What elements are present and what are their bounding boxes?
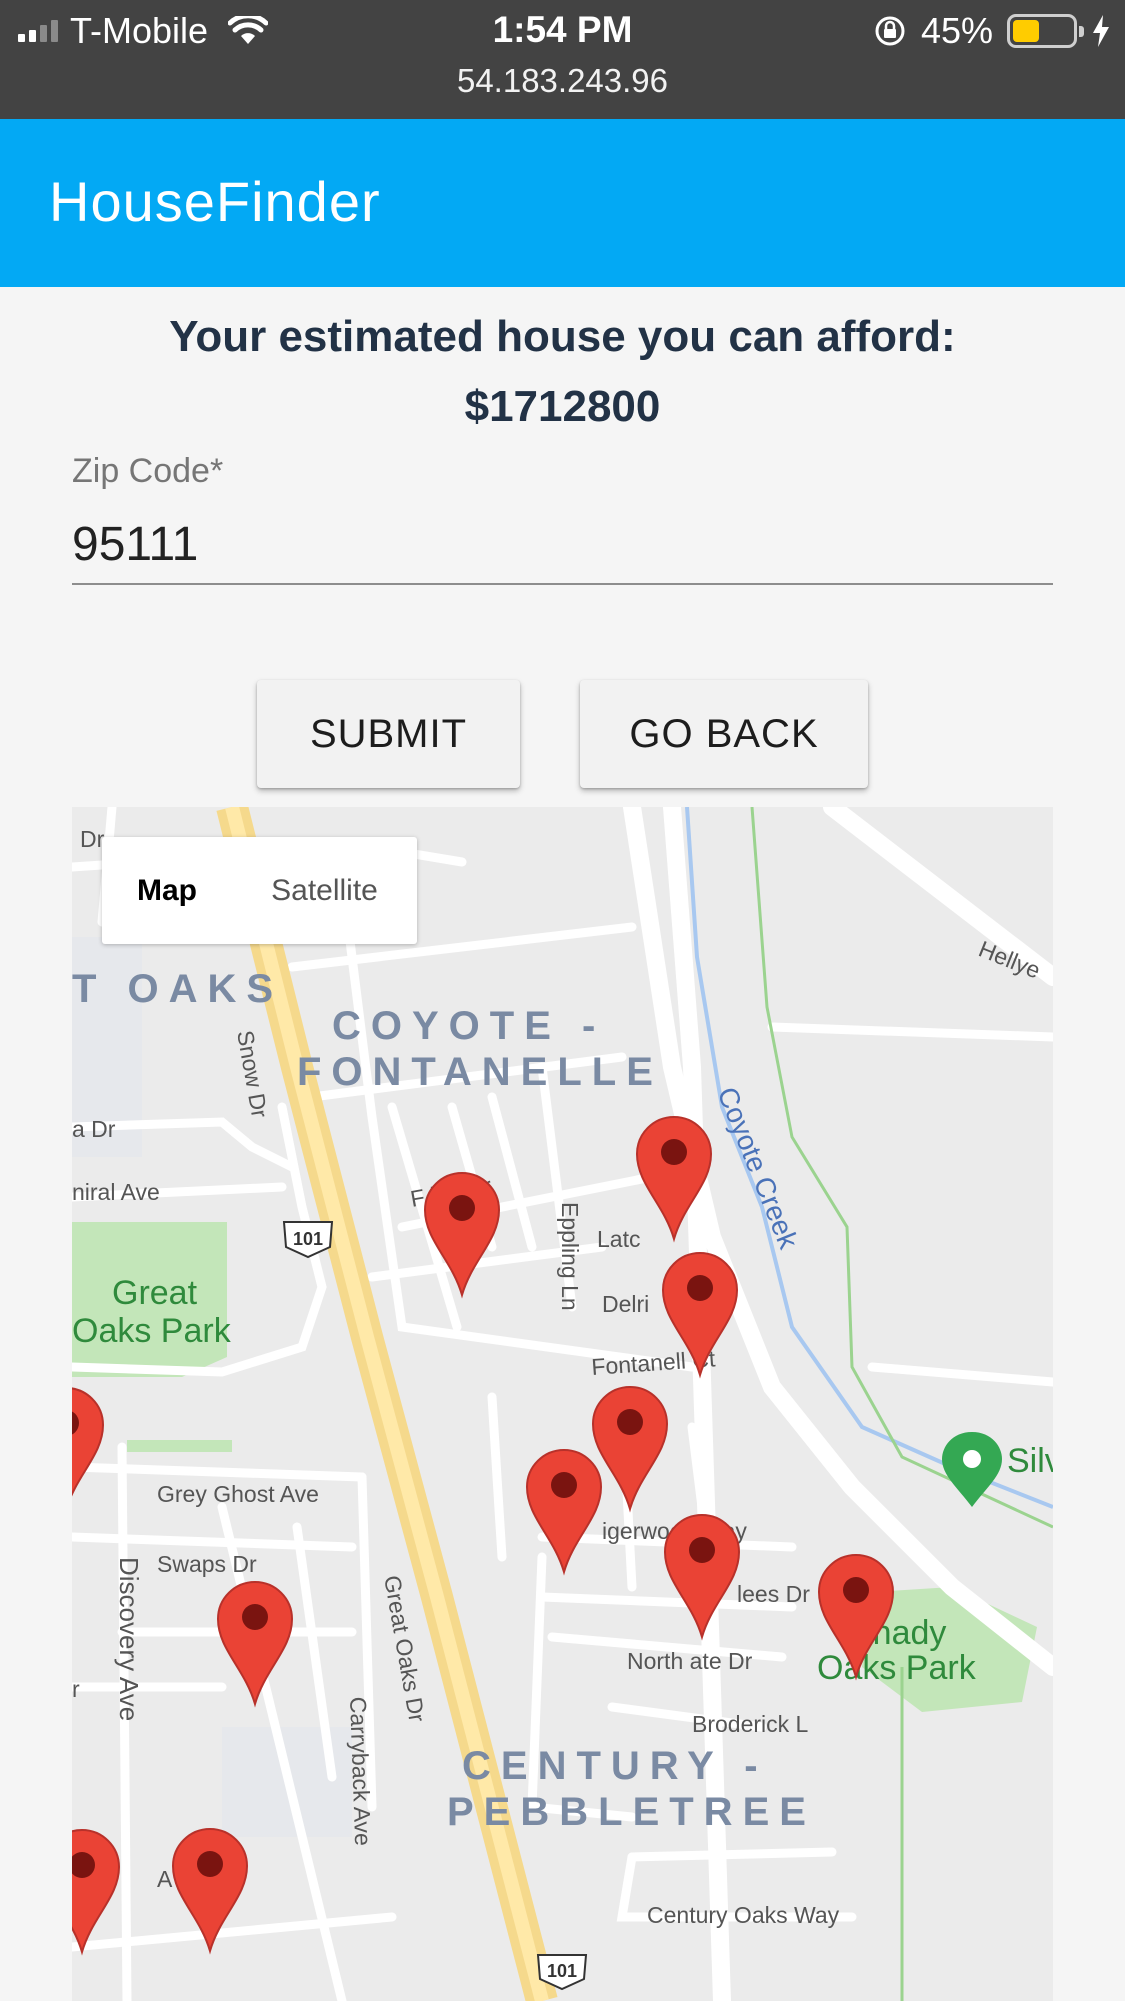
street-label: Dr [80, 826, 105, 852]
listing-marker-icon[interactable] [72, 1387, 105, 1510]
page-url: 54.183.243.96 [456, 62, 669, 99]
svg-text:101: 101 [293, 1229, 323, 1249]
street-label: Latc [597, 1226, 640, 1252]
battery-percent: 45% [920, 10, 993, 51]
street-label: Broderick L [692, 1711, 809, 1737]
highway-shield: 101 [282, 1221, 334, 1259]
estimate-amount: $1712800 [464, 382, 661, 431]
street-label-creek: Coyote Creek [711, 1083, 804, 1254]
park-label-shady-2: Oaks Park [817, 1649, 977, 1687]
area-label-oaks: T OAKS [72, 967, 283, 1011]
street-label: Swaps Dr [157, 1551, 257, 1577]
app-title: HouseFinder [49, 170, 381, 233]
listing-marker-icon[interactable] [591, 1386, 669, 1513]
orientation-lock-icon [875, 16, 905, 46]
map-type-control: Map Satellite [102, 837, 417, 944]
street-label: r [72, 1676, 80, 1702]
street-label: lees Dr [737, 1581, 810, 1607]
area-label-fontanelle: FONTANELLE [297, 1050, 663, 1094]
listing-marker-icon[interactable] [216, 1581, 294, 1708]
status-right: 45% [873, 10, 1111, 52]
park-label-great-1: Great [112, 1274, 198, 1312]
park-label-great-2: Oaks Park [72, 1312, 232, 1350]
listing-marker-icon[interactable] [423, 1172, 501, 1299]
go-back-button[interactable]: GO BACK [580, 680, 868, 788]
area-label-century: CENTURY - [462, 1744, 768, 1788]
street-label: niral Ave [72, 1179, 160, 1205]
svg-text:101: 101 [547, 1961, 577, 1981]
battery-icon [1007, 14, 1084, 48]
map-type-map-button[interactable]: Map [102, 837, 232, 944]
street-label: Century Oaks Way [647, 1902, 840, 1928]
area-label-pebbletree: PEBBLETREE [447, 1790, 816, 1834]
status-bar: T-Mobile 1:54 PM 54.183.243.96 45% [0, 0, 1125, 119]
park-poi-icon[interactable] [942, 1432, 1002, 1507]
battery-level [1013, 20, 1040, 42]
submit-button[interactable]: SUBMIT [257, 680, 520, 788]
park-label-silver: Silv [1007, 1442, 1053, 1480]
zip-code-input[interactable] [72, 505, 1053, 585]
charging-icon [1093, 15, 1109, 47]
listing-marker-icon[interactable] [525, 1449, 603, 1576]
app-bar: HouseFinder [0, 119, 1125, 287]
street-label: Grey Ghost Ave [157, 1481, 319, 1507]
street-label: North ate Dr [627, 1648, 753, 1674]
street-label: Snow Dr [232, 1028, 273, 1120]
map-type-satellite-button[interactable]: Satellite [232, 837, 417, 944]
zip-code-label: Zip Code* [72, 452, 224, 490]
affordability-estimate: Your estimated house you can afford: $17… [0, 302, 1125, 442]
street-label: Delri [602, 1291, 649, 1317]
map-view[interactable]: 101 101 T OAKS COYOTE - FONTANELLE CENTU… [72, 807, 1053, 2001]
street-label: Carryback Ave [345, 1696, 376, 1846]
street-label: Eppling Ln [557, 1202, 583, 1311]
listing-marker-icon[interactable] [72, 1829, 121, 1956]
street-label: a Dr [72, 1116, 116, 1142]
listing-marker-icon[interactable] [663, 1514, 741, 1641]
map-canvas[interactable]: 101 101 T OAKS COYOTE - FONTANELLE CENTU… [72, 807, 1053, 2001]
street-label: Discovery Ave [114, 1557, 144, 1721]
area-label-coyote: COYOTE - [332, 1004, 605, 1048]
estimate-heading: Your estimated house you can afford: [169, 312, 956, 361]
